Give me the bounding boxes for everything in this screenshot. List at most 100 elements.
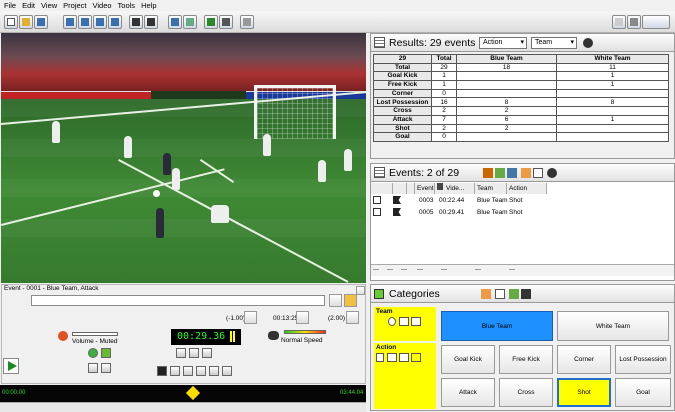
event-row[interactable]: 0003 00:22.44 Blue Team Shot	[373, 195, 673, 206]
category-lost-possession-button[interactable]: Lost Possession	[615, 345, 671, 374]
speed-slider[interactable]	[284, 330, 326, 334]
mark-in-icon[interactable]	[88, 363, 98, 373]
flag-column[interactable]	[393, 183, 407, 194]
action-select[interactable]: Action	[479, 37, 527, 49]
action-edit-icon[interactable]	[399, 353, 409, 362]
layout-icon-3[interactable]	[93, 15, 107, 29]
tag-icon[interactable]	[101, 348, 111, 358]
category-shot-button[interactable]: Shot	[557, 378, 611, 407]
column-header-team[interactable]: Team	[475, 183, 507, 194]
action-highlight-icon[interactable]	[411, 353, 421, 362]
column-header-video[interactable]: Vide...	[435, 183, 475, 194]
speaker-icon[interactable]	[58, 331, 68, 341]
filter-icon[interactable]	[204, 15, 218, 29]
category-blue-team-button[interactable]: Blue Team	[441, 311, 553, 341]
menu-help[interactable]: Help	[141, 1, 156, 10]
layout-tool-icon[interactable]	[495, 289, 505, 299]
info-icon[interactable]	[240, 15, 254, 29]
timeline-bar[interactable]: 00:00.00 03:44.04	[0, 385, 366, 402]
refresh-icon[interactable]	[547, 168, 557, 178]
set-lead-in-button[interactable]	[244, 311, 257, 324]
category-free-kick-button[interactable]: Free Kick	[499, 345, 553, 374]
clock-icon[interactable]	[296, 311, 309, 324]
window-controls[interactable]	[642, 15, 670, 29]
filter-cell[interactable]: ---	[509, 267, 515, 273]
previous-event-button[interactable]	[209, 366, 219, 376]
category-attack-button[interactable]: Attack	[441, 378, 495, 407]
filter-cell[interactable]: ---	[373, 267, 379, 273]
playhead-marker[interactable]	[185, 385, 201, 401]
chart-icon[interactable]	[183, 15, 197, 29]
select-icon[interactable]	[533, 168, 543, 178]
filter-cell[interactable]: ---	[441, 267, 447, 273]
filter-cell[interactable]: ---	[417, 267, 423, 273]
category-goal-kick-button[interactable]: Goal Kick	[441, 345, 495, 374]
event-notes-field[interactable]	[31, 295, 325, 306]
column-header-action[interactable]: Action	[507, 183, 547, 194]
event-row[interactable]: 0005 00:29.41 Blue Team Shot	[373, 207, 673, 218]
team-edit-icon[interactable]	[411, 317, 421, 326]
edit-icon[interactable]	[219, 15, 233, 29]
menu-project[interactable]: Project	[63, 1, 86, 10]
lock-icon[interactable]	[344, 294, 357, 307]
grid-view-icon[interactable]	[129, 15, 143, 29]
tag-filter-icon[interactable]	[495, 168, 505, 178]
export-icon[interactable]	[507, 168, 517, 178]
category-goal-button[interactable]: Goal	[615, 378, 671, 407]
refresh-icon[interactable]	[583, 38, 593, 48]
team-radio-icon[interactable]	[388, 317, 396, 326]
delete-category-icon[interactable]	[521, 289, 531, 299]
horizontal-scrollbar[interactable]	[0, 402, 366, 412]
menu-tools[interactable]: Tools	[118, 1, 136, 10]
add-event-icon[interactable]	[88, 348, 98, 358]
clip-icon[interactable]	[521, 168, 531, 178]
next-event-button[interactable]	[222, 366, 232, 376]
layout-icon-1[interactable]	[63, 15, 77, 29]
add-category-icon[interactable]	[509, 289, 519, 299]
zoom-fit-icon[interactable]	[202, 348, 212, 358]
team-color-icon[interactable]	[399, 317, 409, 326]
collapse-button[interactable]	[356, 286, 365, 295]
filter-cell[interactable]: ---	[475, 267, 481, 273]
category-cross-button[interactable]: Cross	[499, 378, 553, 407]
category-corner-button[interactable]: Corner	[557, 345, 611, 374]
open-folder-icon[interactable]	[19, 15, 33, 29]
filter-cell[interactable]: ---	[387, 267, 393, 273]
about-icon[interactable]	[627, 15, 641, 29]
menu-edit[interactable]: Edit	[22, 1, 35, 10]
layout-icon-4[interactable]	[108, 15, 122, 29]
action-color-icon[interactable]	[387, 353, 397, 362]
help-icon[interactable]	[612, 15, 626, 29]
find-icon[interactable]	[329, 294, 342, 307]
menu-view[interactable]: View	[41, 1, 57, 10]
column-header-event[interactable]: Event	[415, 183, 435, 194]
stop-button[interactable]	[157, 366, 167, 376]
filter-icon[interactable]	[483, 168, 493, 178]
zoom-out-icon[interactable]	[189, 348, 199, 358]
step-forward-button[interactable]	[196, 366, 206, 376]
new-file-icon[interactable]	[4, 15, 18, 29]
mark-out-icon[interactable]	[101, 363, 111, 373]
play-small-button[interactable]	[170, 366, 180, 376]
step-back-button[interactable]	[183, 366, 193, 376]
category-tool-icon[interactable]	[481, 289, 491, 299]
set-lead-out-button[interactable]	[346, 311, 359, 324]
play-button[interactable]	[3, 358, 19, 374]
sort-column[interactable]	[407, 183, 415, 194]
pause-icon[interactable]	[230, 331, 235, 342]
volume-slider[interactable]	[72, 332, 118, 336]
event-checkbox[interactable]	[373, 208, 381, 216]
menu-file[interactable]: File	[4, 1, 16, 10]
team-select[interactable]: Team	[531, 37, 577, 49]
filter-cell[interactable]: ---	[401, 267, 407, 273]
menu-video[interactable]: Video	[93, 1, 112, 10]
zoom-in-icon[interactable]	[176, 348, 186, 358]
event-checkbox[interactable]	[373, 196, 381, 204]
panel-view-icon[interactable]	[144, 15, 158, 29]
save-icon[interactable]	[34, 15, 48, 29]
category-white-team-button[interactable]: White Team	[557, 311, 669, 341]
action-radio-icon[interactable]	[376, 353, 384, 362]
video-frame[interactable]	[1, 33, 366, 283]
split-view-icon[interactable]	[168, 15, 182, 29]
checkbox-column[interactable]	[371, 183, 393, 194]
